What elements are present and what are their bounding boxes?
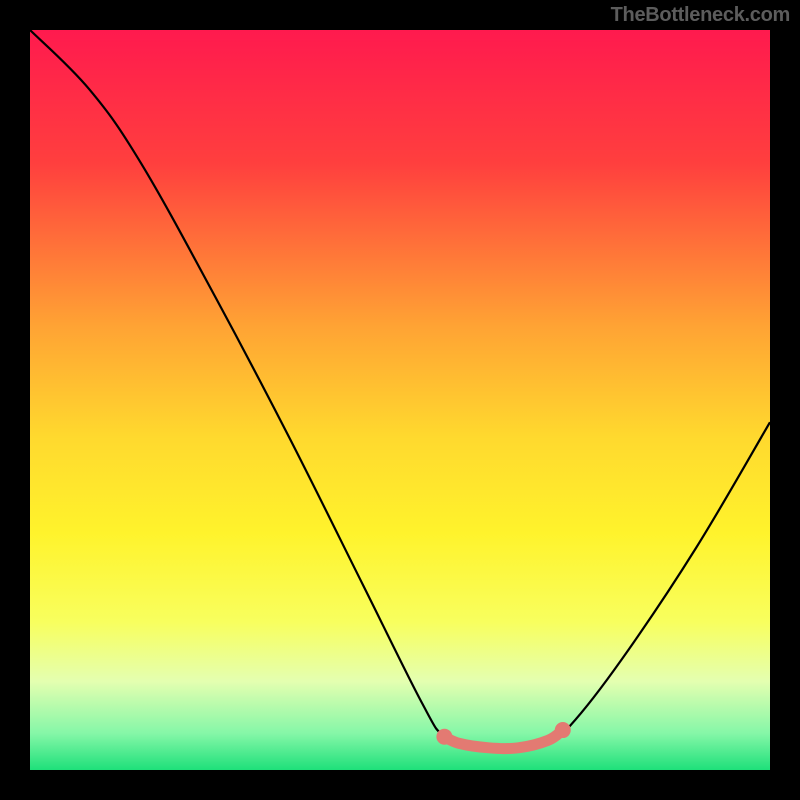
attribution-text: TheBottleneck.com	[611, 4, 790, 27]
bottleneck-chart	[30, 30, 770, 770]
